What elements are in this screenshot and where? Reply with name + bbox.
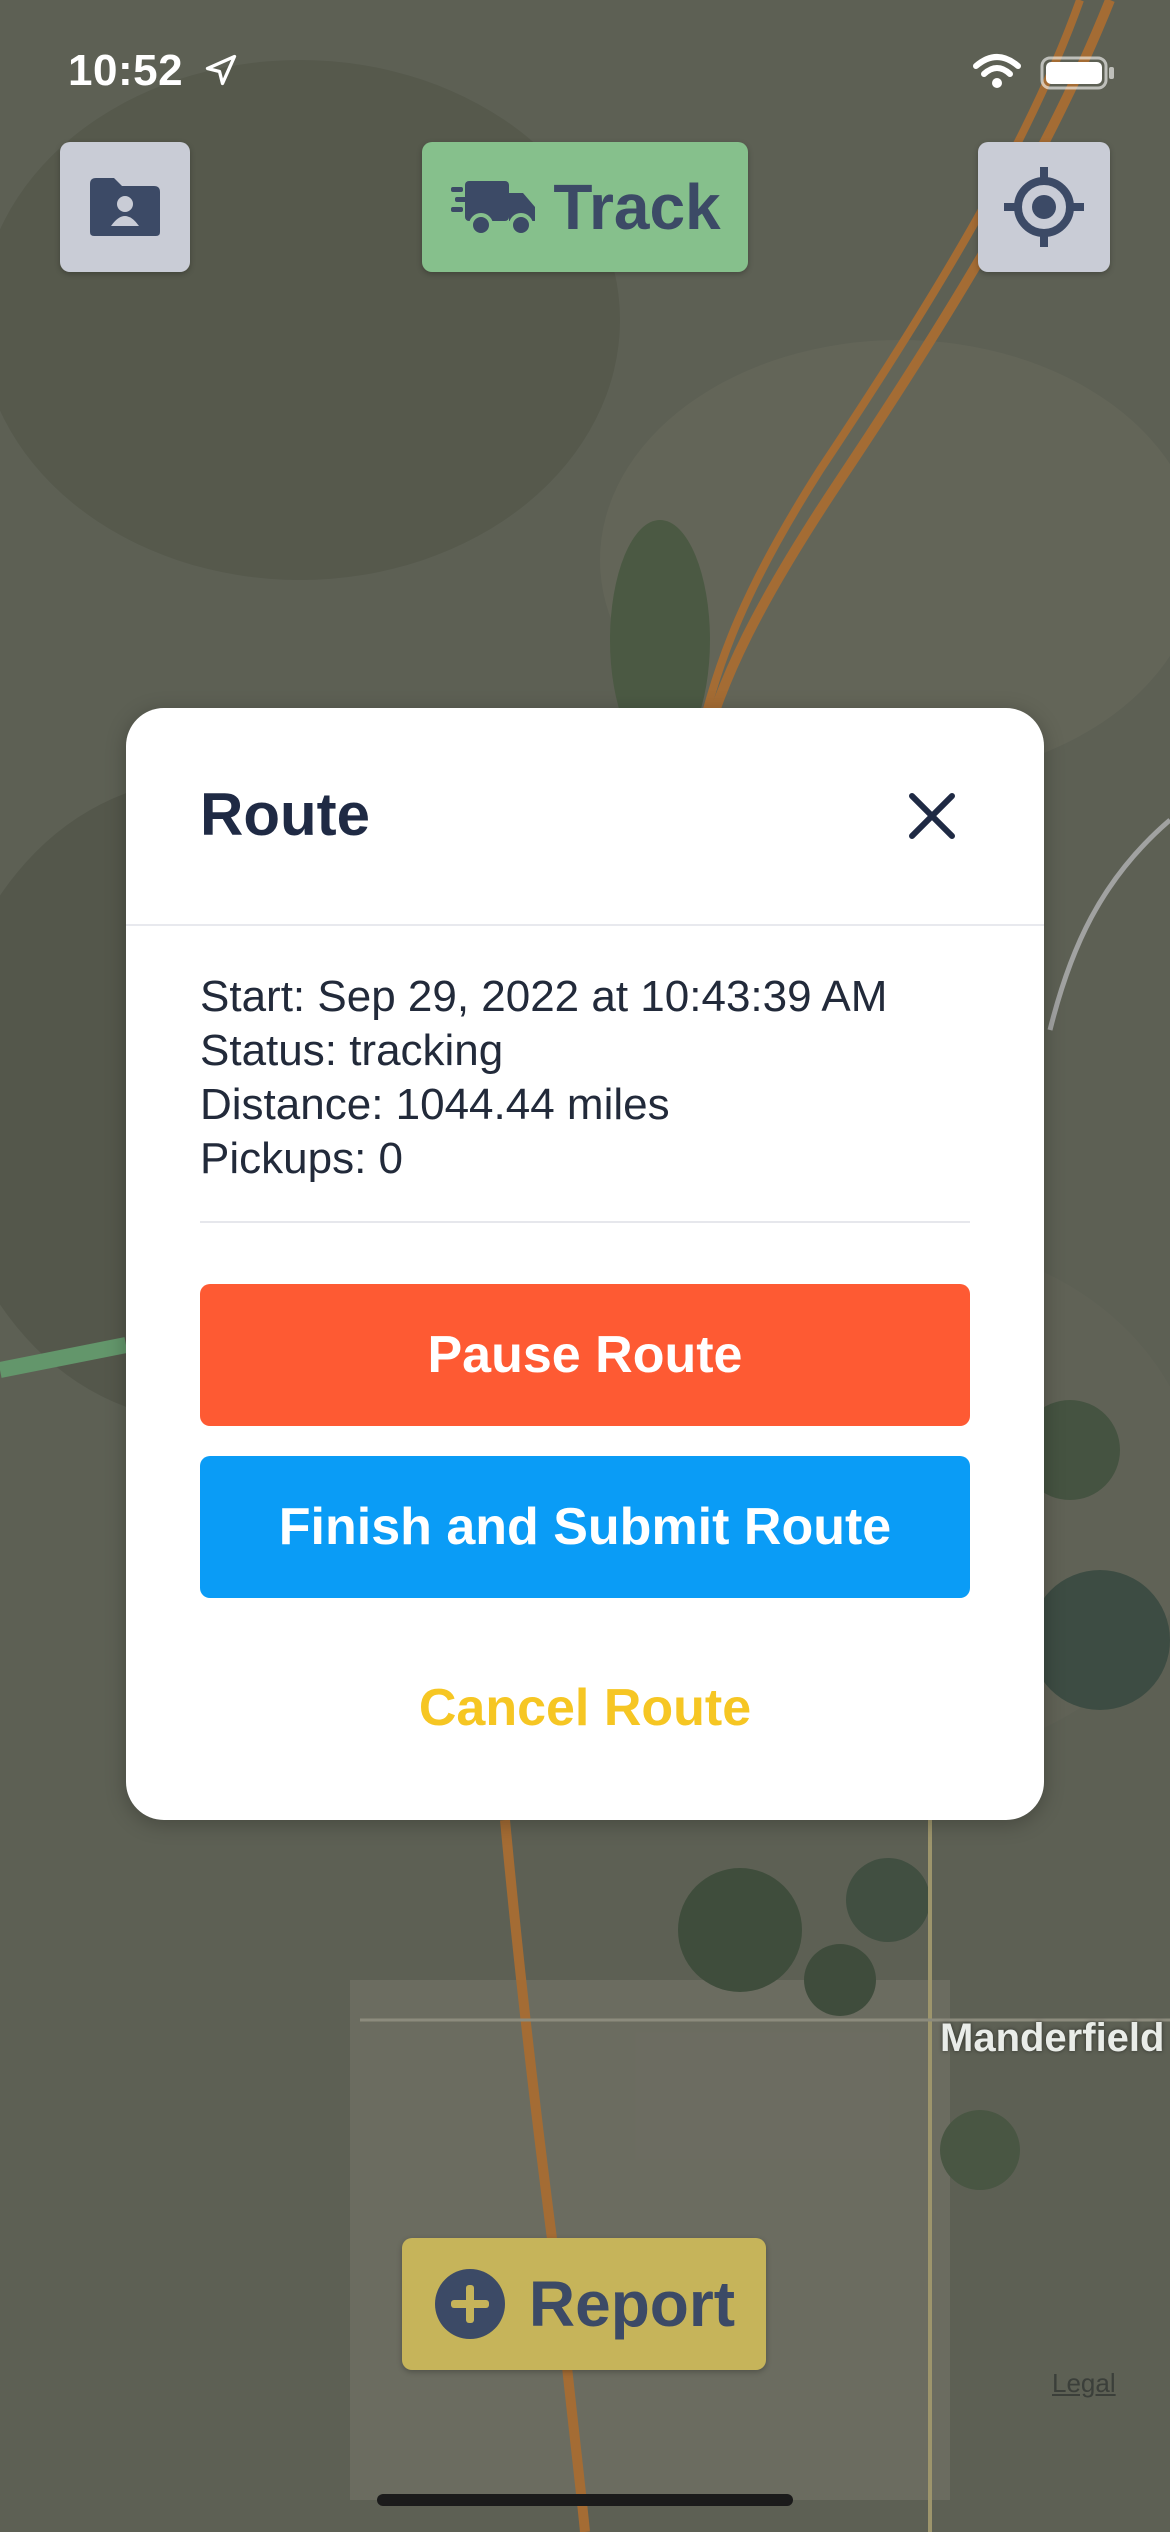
- location-arrow-icon: [205, 54, 237, 86]
- route-distance: Distance: 1044.44 miles: [200, 1080, 670, 1129]
- cancel-route-button[interactable]: Cancel Route: [200, 1668, 970, 1748]
- close-button[interactable]: [894, 778, 970, 854]
- report-button[interactable]: Report: [402, 2238, 766, 2370]
- contact-folder-icon: [90, 178, 160, 236]
- close-icon: [909, 793, 955, 839]
- home-indicator[interactable]: [377, 2494, 793, 2506]
- route-status: Status: tracking: [200, 1026, 504, 1075]
- status-time: 10:52: [68, 46, 184, 95]
- route-start: Start: Sep 29, 2022 at 10:43:39 AM: [200, 972, 888, 1021]
- plus-circle-icon: [434, 2269, 505, 2339]
- track-button[interactable]: Track: [422, 142, 748, 272]
- locate-me-button[interactable]: [978, 142, 1110, 272]
- wifi-icon: [973, 54, 1021, 88]
- map-place-label: Manderfield: [940, 2016, 1165, 2060]
- crosshair-icon: [1004, 167, 1084, 247]
- pause-route-button[interactable]: Pause Route: [200, 1284, 970, 1426]
- modal-title: Route: [200, 781, 370, 848]
- route-pickups: Pickups: 0: [200, 1134, 403, 1183]
- route-info: Start: Sep 29, 2022 at 10:43:39 AM Statu…: [200, 970, 887, 1186]
- finish-submit-route-button[interactable]: Finish and Submit Route: [200, 1456, 970, 1598]
- folder-button[interactable]: [60, 142, 190, 272]
- header-divider: [126, 924, 1044, 926]
- legal-link[interactable]: Legal: [1052, 2368, 1116, 2399]
- report-label: Report: [528, 2268, 736, 2340]
- track-label: Track: [553, 171, 721, 243]
- route-modal: Route Start: Sep 29, 2022 at 10:43:39 AM…: [126, 708, 1044, 1820]
- battery-icon: [1040, 56, 1114, 90]
- info-divider: [200, 1221, 970, 1223]
- truck-icon: [451, 181, 536, 237]
